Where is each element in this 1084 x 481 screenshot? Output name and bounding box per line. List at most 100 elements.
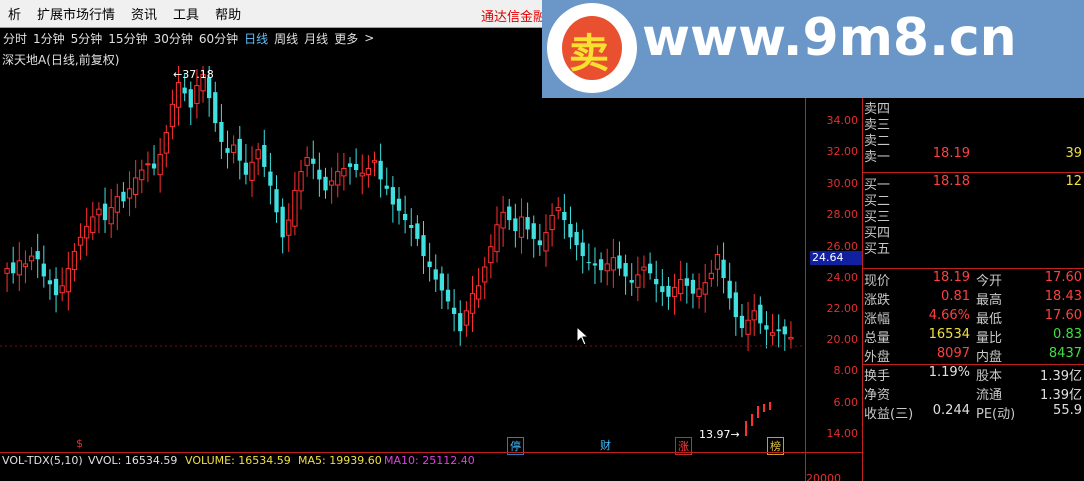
candle-body xyxy=(745,319,751,335)
menu-item-help[interactable]: 帮助 xyxy=(207,4,249,23)
period-weekly[interactable]: 周线 xyxy=(271,30,301,47)
candle-body xyxy=(175,81,182,108)
logo-char: 卖 xyxy=(569,31,609,77)
candle-body xyxy=(77,236,84,246)
candle-body xyxy=(286,219,292,236)
stat-value: 0.244 xyxy=(932,403,970,418)
stat-label: 净资 xyxy=(864,388,891,403)
candle-body xyxy=(549,214,555,231)
period-daily[interactable]: 日线 xyxy=(241,30,271,47)
menu-item-extended-market[interactable]: 扩展市场行情 xyxy=(29,4,123,23)
candle-body xyxy=(647,263,653,274)
sell-price: 18.19 xyxy=(932,146,970,161)
candle-body xyxy=(225,148,230,153)
stat-value: 1.39亿 xyxy=(1040,388,1082,403)
candle-body xyxy=(396,198,402,211)
candle-body xyxy=(35,251,40,260)
candle-body xyxy=(71,250,78,271)
candle-body xyxy=(739,315,745,329)
candle-body xyxy=(102,203,108,221)
candle-body xyxy=(666,285,671,297)
current-price-marker: 24.64 xyxy=(810,251,862,265)
candle-body xyxy=(776,329,781,332)
candle-body xyxy=(274,189,279,213)
period-1min[interactable]: 1分钟 xyxy=(30,30,68,47)
vvol-label: VVOL: 16534.59 xyxy=(88,454,178,467)
vol-axis-tick: 20000 xyxy=(806,472,841,481)
candle-body xyxy=(764,325,769,330)
candle-body xyxy=(188,89,193,108)
y-tick: 6.00 xyxy=(833,396,859,409)
candle-body xyxy=(782,326,787,335)
menu-item-tools[interactable]: 工具 xyxy=(165,4,207,23)
period-monthly[interactable]: 月线 xyxy=(301,30,331,47)
period-timeline[interactable]: 分时 xyxy=(0,30,30,47)
candle-body xyxy=(635,274,641,288)
stat-row: 净资 流通 1.39亿 xyxy=(862,384,1084,403)
menu-item-analysis[interactable]: 析 xyxy=(0,4,29,23)
stat-value: 55.9 xyxy=(1053,403,1082,418)
candle-body xyxy=(427,261,432,268)
candle-body xyxy=(415,223,420,239)
stat-row: 外盘 8097 内盘 8437 xyxy=(862,346,1084,365)
candle-body xyxy=(488,246,494,264)
sell-row[interactable]: 卖一 18.19 39 xyxy=(862,146,1084,165)
candle-body xyxy=(451,307,457,314)
ma10-label: MA10: 25112.40 xyxy=(384,454,475,467)
candle-body xyxy=(629,280,634,283)
period-60min[interactable]: 60分钟 xyxy=(196,30,241,47)
menu-item-info[interactable]: 资讯 xyxy=(123,4,165,23)
candle-body xyxy=(568,224,573,238)
chevron-right-icon[interactable]: > xyxy=(361,31,377,45)
quote-panel: 卖四 卖三 卖二 卖一 18.19 39 买一 18.18 12 买二 买三 买四 … xyxy=(862,98,1084,454)
y-tick: 34.00 xyxy=(826,114,859,127)
stat-label: 最低 xyxy=(976,312,1003,327)
period-more[interactable]: 更多 xyxy=(331,30,361,47)
stat-value: 8097 xyxy=(936,346,970,361)
candle-body xyxy=(463,310,470,326)
candle-body xyxy=(304,157,310,166)
candle-body xyxy=(500,211,506,229)
vol-indicator-name[interactable]: VOL-TDX(5,10) xyxy=(2,454,83,467)
candle-body xyxy=(769,332,776,336)
period-30min[interactable]: 30分钟 xyxy=(151,30,196,47)
stat-label: 量比 xyxy=(976,331,1003,346)
stat-label: 内盘 xyxy=(976,350,1003,365)
candle-body xyxy=(696,288,702,297)
buy-label: 买五 xyxy=(864,242,891,257)
candle-body xyxy=(690,279,696,294)
candle-body xyxy=(494,224,500,253)
candle-body xyxy=(41,263,46,277)
y-tick: 14.00 xyxy=(826,427,859,440)
candle-body xyxy=(353,163,359,171)
candle-body xyxy=(555,207,561,211)
candle-body xyxy=(169,103,176,128)
stat-row: 换手 1.19% 股本 1.39亿 xyxy=(862,365,1084,384)
candle-body xyxy=(525,217,530,230)
candle-body xyxy=(469,293,476,314)
candle-body xyxy=(280,206,285,238)
event-flag-dollar[interactable]: $ xyxy=(74,437,85,450)
candle-body xyxy=(28,255,35,262)
candle-body xyxy=(298,171,304,192)
candle-body xyxy=(359,172,365,177)
high-price-value: 37.18 xyxy=(182,68,214,81)
stat-label: PE(动) xyxy=(976,407,1016,422)
candle-body xyxy=(574,231,579,246)
candle-body xyxy=(580,242,585,257)
stat-label: 收益(三) xyxy=(864,407,914,422)
event-flag-finance[interactable]: 财 xyxy=(598,437,613,453)
candle-body xyxy=(317,169,322,180)
candle-body xyxy=(513,218,518,232)
candle-body xyxy=(4,268,10,274)
period-5min[interactable]: 5分钟 xyxy=(68,30,106,47)
candle-body xyxy=(157,153,163,176)
candle-body xyxy=(458,313,463,332)
buy-row[interactable]: 买五 xyxy=(862,238,1084,257)
candle-body xyxy=(371,160,378,163)
mouse-cursor-icon xyxy=(576,326,590,346)
period-15min[interactable]: 15分钟 xyxy=(105,30,150,47)
candlestick-chart[interactable] xyxy=(0,66,805,453)
candle-body xyxy=(727,280,732,299)
divider xyxy=(862,268,1084,269)
